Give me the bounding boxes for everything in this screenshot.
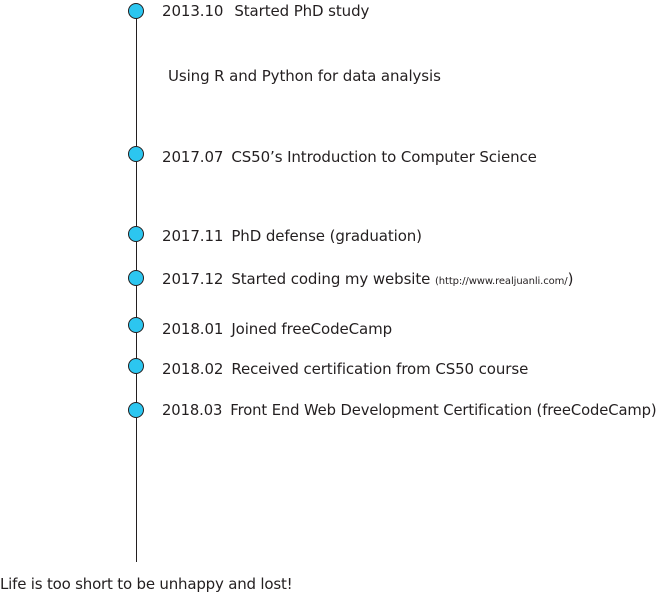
timeline-node-2018-02 — [128, 358, 144, 374]
entry-text: PhD defense (graduation) — [231, 227, 422, 245]
timeline-node-2018-01 — [128, 317, 144, 333]
timeline-entry: 2017.07 CS50’s Introduction to Computer S… — [162, 148, 537, 166]
timeline-node-2017-07 — [128, 146, 144, 162]
timeline-node-2017-11 — [128, 226, 144, 242]
entry-date: 2017.07 — [162, 148, 224, 166]
website-link[interactable]: (http://www.realjuanli.com/ — [435, 276, 568, 287]
timeline-entry: 2017.12 Started coding my website (http:/… — [162, 270, 573, 291]
entry-text: Started coding my website — [231, 270, 435, 288]
entry-text: Joined freeCodeCamp — [231, 320, 393, 338]
timeline-node-2018-03 — [128, 402, 144, 418]
timeline-node-2017-12 — [128, 270, 144, 286]
timeline-node-2013-10 — [128, 3, 144, 19]
motto-text: Life is too short to be unhappy and lost… — [0, 575, 293, 593]
entry-date: 2017.12 — [162, 270, 224, 288]
entry-text: Received certification from CS50 course — [231, 360, 529, 378]
entry-link-close: ) — [567, 270, 574, 288]
entry-date: 2013.10 — [162, 2, 224, 20]
timeline-entry: 2018.03 Front End Web Development Certifi… — [162, 402, 657, 420]
entry-text: Started PhD study — [234, 2, 370, 20]
timeline-entry: 2018.02 Received certification from CS50 … — [162, 360, 528, 378]
entry-date: 2018.03 — [162, 402, 223, 419]
timeline-entry: 2017.11 PhD defense (graduation) — [162, 227, 422, 245]
timeline-axis-line — [136, 10, 137, 562]
entry-date: 2018.02 — [162, 360, 224, 378]
entry-text: Front End Web Development Certification … — [230, 402, 657, 419]
timeline-entry: 2013.10 Started PhD study — [162, 2, 369, 20]
entry-date: 2018.01 — [162, 320, 224, 338]
entry-date: 2017.11 — [162, 227, 224, 245]
timeline-entry: 2018.01 Joined freeCodeCamp — [162, 320, 392, 338]
entry-text: CS50’s Introduction to Computer Science — [231, 148, 537, 166]
timeline-note: Using R and Python for data analysis — [168, 67, 441, 85]
